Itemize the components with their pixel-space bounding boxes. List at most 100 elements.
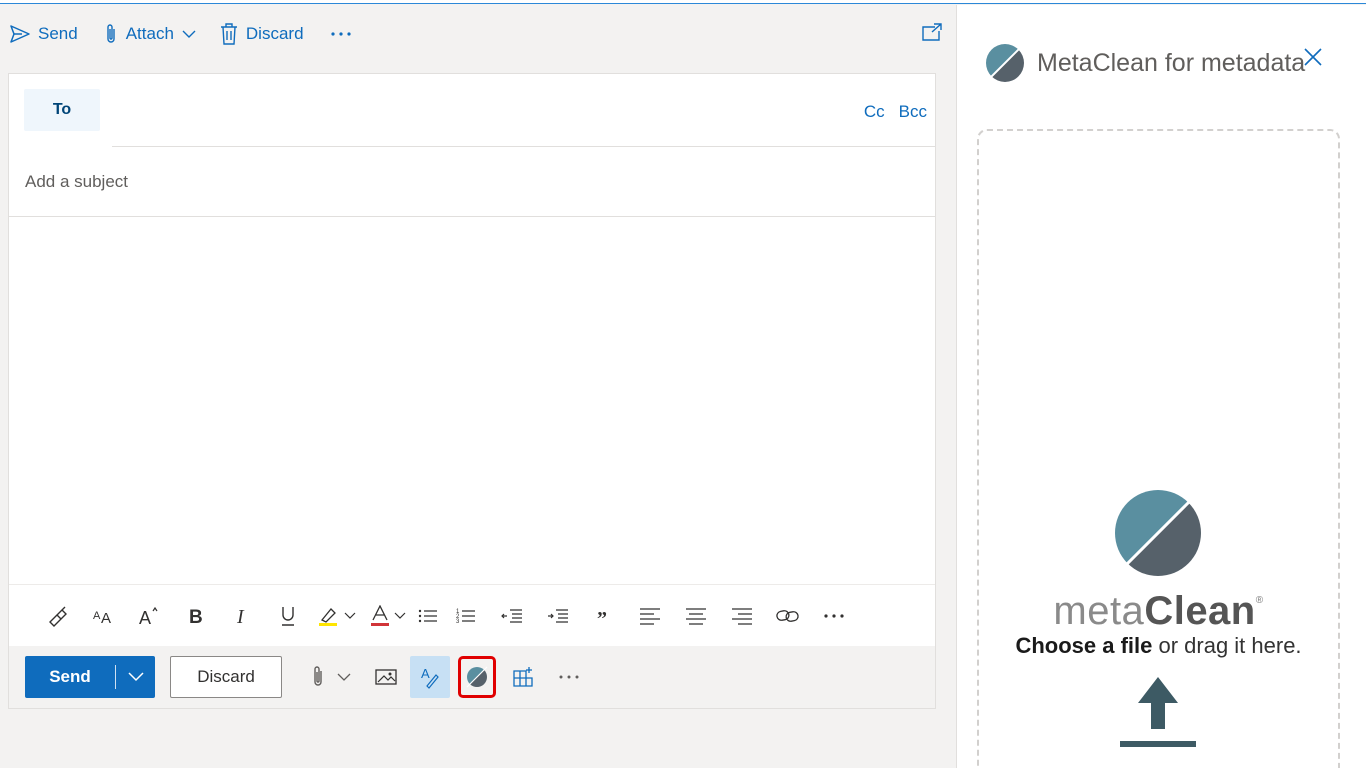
send-button-label: Send xyxy=(49,667,91,686)
svg-text:3: 3 xyxy=(456,619,460,625)
numbering-icon: 123 xyxy=(456,609,475,625)
align-center-icon xyxy=(686,607,706,625)
send-button-divider xyxy=(115,665,116,689)
format-painter-button[interactable] xyxy=(35,596,81,636)
addin-task-pane: MetaClean for metadata metaClean® Choose… xyxy=(956,5,1366,768)
grow-font-button[interactable]: A xyxy=(127,596,173,636)
bullets-icon xyxy=(418,609,437,622)
highlight-button[interactable] xyxy=(311,596,363,636)
close-icon xyxy=(1304,48,1322,66)
italic-icon: I xyxy=(236,606,245,626)
svg-text:A: A xyxy=(101,610,111,625)
attach-command[interactable]: Attach xyxy=(94,14,206,54)
decrease-indent-icon xyxy=(501,608,522,623)
svg-text:I: I xyxy=(236,606,245,626)
to-row: To Cc Bcc xyxy=(9,74,935,147)
bold-icon: B xyxy=(189,607,203,626)
chevron-down-icon xyxy=(337,673,351,681)
attach-options-dropdown[interactable] xyxy=(332,656,356,698)
underline-icon xyxy=(282,606,294,626)
upload-arrow-icon xyxy=(1120,677,1196,747)
cc-bcc-links: Cc Bcc xyxy=(864,102,927,122)
increase-indent-button[interactable] xyxy=(535,596,581,636)
command-bar: Send Attach Discard xyxy=(0,5,955,63)
send-options-dropdown[interactable] xyxy=(116,672,155,682)
svg-text:A: A xyxy=(139,608,151,626)
close-pane-button[interactable] xyxy=(1303,47,1323,72)
format-toolbar: AA A B I 123 ” xyxy=(9,584,935,646)
align-left-button[interactable] xyxy=(627,596,673,636)
pane-header: MetaClean for metadata xyxy=(985,43,1305,83)
font-color-icon xyxy=(371,604,389,626)
align-center-button[interactable] xyxy=(673,596,719,636)
trash-icon xyxy=(220,23,237,45)
format-painter-icon xyxy=(49,606,67,627)
send-command-label: Send xyxy=(38,24,78,43)
more-formatting-button[interactable] xyxy=(811,596,857,636)
metaclean-addin-button[interactable] xyxy=(458,656,496,698)
paperclip-icon xyxy=(314,666,322,686)
subject-row xyxy=(9,147,935,217)
discard-command-label: Discard xyxy=(245,24,304,43)
quote-icon: ” xyxy=(597,609,607,623)
attach-command-label: Attach xyxy=(125,24,174,43)
italic-button[interactable]: I xyxy=(219,596,265,636)
send-icon xyxy=(10,25,30,43)
align-right-icon xyxy=(732,607,752,625)
signature-button[interactable]: A xyxy=(410,656,450,698)
action-bar: Send Discard A xyxy=(9,646,935,708)
more-commands-button[interactable] xyxy=(320,14,370,54)
discard-command[interactable]: Discard xyxy=(210,14,314,54)
cc-link[interactable]: Cc xyxy=(864,102,885,122)
bcc-link[interactable]: Bcc xyxy=(899,102,927,122)
chevron-down-icon xyxy=(394,612,406,619)
bold-button[interactable]: B xyxy=(173,596,219,636)
chevron-down-icon xyxy=(182,30,196,38)
signature-pen-icon: A xyxy=(421,666,439,689)
link-icon xyxy=(776,609,799,622)
message-body[interactable] xyxy=(9,218,935,583)
font-color-button[interactable] xyxy=(363,596,413,636)
metaclean-logo-icon xyxy=(466,666,488,688)
metaclean-wordmark: metaClean® xyxy=(1053,589,1264,633)
insert-picture-button[interactable] xyxy=(362,656,410,698)
svg-text:A: A xyxy=(421,666,430,681)
discard-button[interactable]: Discard xyxy=(170,656,282,698)
increase-indent-icon xyxy=(548,608,568,623)
font-size-button[interactable]: AA xyxy=(81,596,127,636)
quote-button[interactable]: ” xyxy=(581,596,627,636)
send-command[interactable]: Send xyxy=(0,14,88,54)
file-drop-zone[interactable]: metaClean® Choose a file or drag it here… xyxy=(977,129,1340,768)
align-right-button[interactable] xyxy=(719,596,765,636)
choose-file-link[interactable]: Choose a file xyxy=(1015,633,1152,658)
link-button[interactable] xyxy=(765,596,811,636)
choose-file-prompt: Choose a file or drag it here. xyxy=(1015,633,1302,658)
attach-file-button[interactable] xyxy=(304,656,332,698)
chevron-down-icon xyxy=(127,672,144,682)
to-button[interactable]: To xyxy=(24,89,100,131)
send-button[interactable]: Send xyxy=(25,656,155,698)
font-size-icon: AA xyxy=(93,610,111,625)
bullets-button[interactable] xyxy=(413,596,443,636)
picture-icon xyxy=(375,669,397,685)
pane-title: MetaClean for metadata xyxy=(1037,48,1306,77)
more-icon xyxy=(824,613,844,618)
popout-icon xyxy=(922,23,942,41)
svg-text:B: B xyxy=(189,607,203,626)
grow-font-icon: A xyxy=(139,606,158,626)
decrease-indent-button[interactable] xyxy=(489,596,535,636)
align-left-icon xyxy=(640,607,660,625)
chevron-down-icon xyxy=(344,612,356,619)
highlight-icon xyxy=(319,607,337,626)
numbering-button[interactable]: 123 xyxy=(443,596,489,636)
popout-button[interactable] xyxy=(921,22,943,47)
insert-table-button[interactable] xyxy=(500,656,546,698)
window-top-border xyxy=(0,0,1366,4)
more-icon xyxy=(559,675,579,679)
subject-input[interactable] xyxy=(9,147,935,216)
table-add-icon xyxy=(513,667,533,687)
paperclip-icon xyxy=(107,24,115,43)
underline-button[interactable] xyxy=(265,596,311,636)
more-actions-button[interactable] xyxy=(546,656,592,698)
svg-text:”: ” xyxy=(597,609,607,623)
